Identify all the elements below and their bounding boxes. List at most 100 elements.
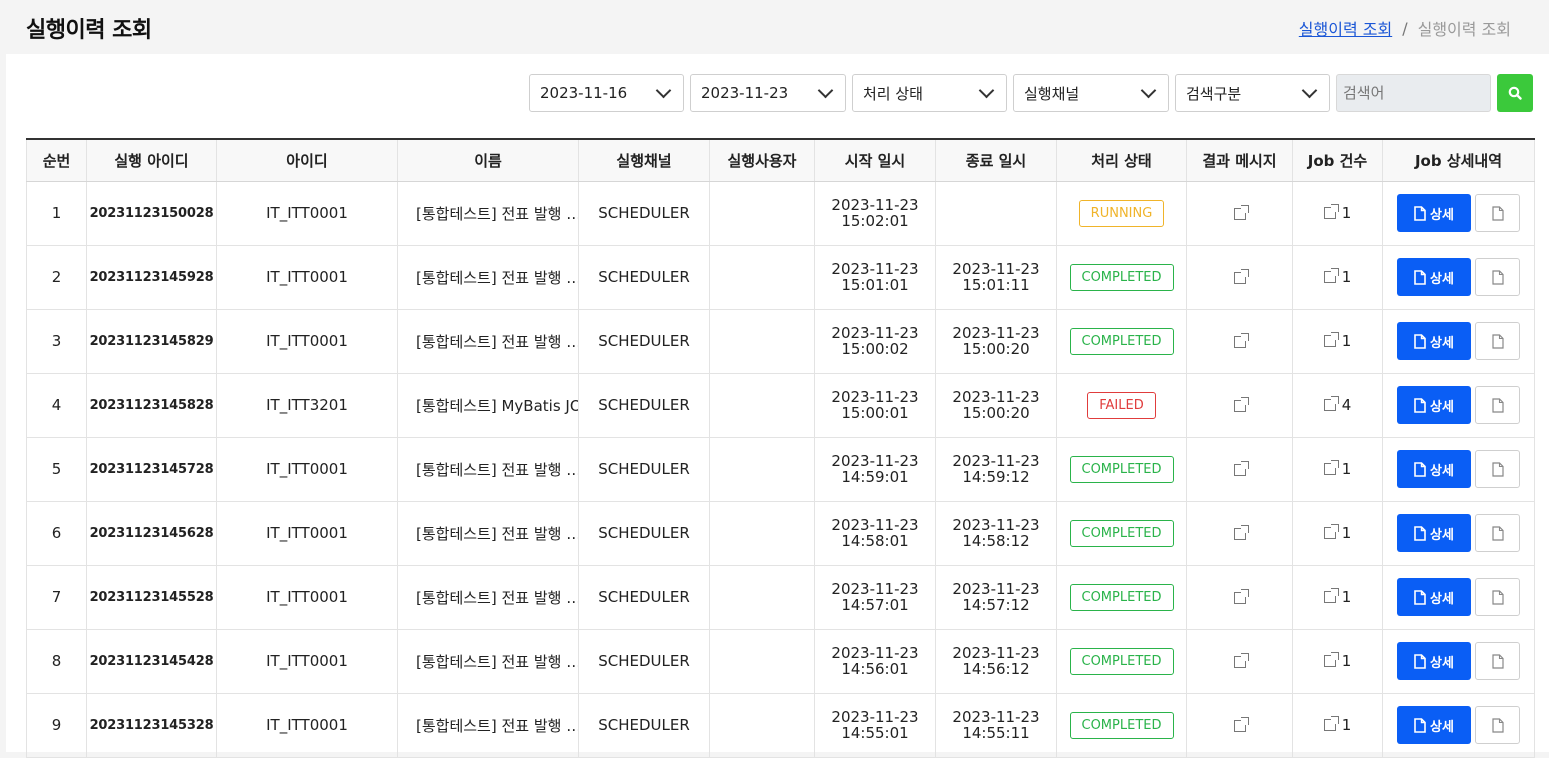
execution-channel: SCHEDULER <box>578 501 710 566</box>
search-input[interactable] <box>1336 74 1491 112</box>
external-link-icon[interactable] <box>1233 524 1249 540</box>
document-button[interactable] <box>1475 706 1520 744</box>
external-link-icon[interactable] <box>1233 460 1249 476</box>
table-row[interactable]: 9 20231123145328 IT_ITT0001 [통합테스트] 전표 발행 …… <box>26 693 1535 758</box>
execution-id: 20231123145828 <box>86 373 217 438</box>
external-link-icon[interactable] <box>1233 716 1249 732</box>
detail-button-label: 상세 <box>1430 527 1454 543</box>
table-row[interactable]: 2 20231123145928 IT_ITT0001 [통합테스트] 전표 발행 …… <box>26 245 1535 310</box>
channel-select[interactable]: 실행채널 <box>1013 74 1169 112</box>
detail-button[interactable]: 상세 <box>1397 642 1471 680</box>
table-row[interactable]: 5 20231123145728 IT_ITT0001 [통합테스트] 전표 발행 …… <box>26 437 1535 502</box>
execution-id: 20231123145728 <box>86 437 217 502</box>
end-time: 14:58:12 <box>962 532 1030 550</box>
job-count-link[interactable]: 1 <box>1323 651 1351 670</box>
document-button[interactable] <box>1475 578 1520 616</box>
date-to-select[interactable]: 2023-11-23 <box>690 74 846 112</box>
job-count: 1 <box>1341 203 1352 222</box>
job-count-link[interactable]: 1 <box>1323 331 1351 350</box>
detail-button[interactable]: 상세 <box>1397 706 1471 744</box>
detail-button[interactable]: 상세 <box>1397 450 1471 488</box>
start-date: 2023-11-23 <box>831 580 919 598</box>
job-count-link[interactable]: 1 <box>1323 203 1352 222</box>
end-time: 15:00:20 <box>962 340 1030 358</box>
external-link-icon[interactable] <box>1233 268 1249 284</box>
end-date: 2023-11-23 <box>952 708 1040 726</box>
job-count-link[interactable]: 1 <box>1323 267 1352 286</box>
document-icon <box>1491 525 1504 541</box>
execution-user <box>709 565 815 630</box>
job-count: 4 <box>1341 395 1352 414</box>
job-name: [통합테스트] MyBatis JO <box>397 373 579 438</box>
job-count: 1 <box>1341 459 1352 478</box>
job-count-link[interactable]: 1 <box>1323 523 1351 542</box>
external-link-icon[interactable] <box>1233 204 1249 220</box>
job-detail-cell: 상세 <box>1382 565 1535 630</box>
search-button[interactable] <box>1497 74 1533 112</box>
job-id: IT_ITT0001 <box>216 181 398 246</box>
start-datetime: 2023-11-23 15:00:02 <box>814 309 936 374</box>
table-row[interactable]: 6 20231123145628 IT_ITT0001 [통합테스트] 전표 발행 …… <box>26 501 1535 566</box>
chevron-down-icon <box>655 82 672 98</box>
external-link-icon[interactable] <box>1233 652 1249 668</box>
document-button[interactable] <box>1475 386 1520 424</box>
detail-button[interactable]: 상세 <box>1397 322 1471 360</box>
external-link-icon[interactable] <box>1233 396 1249 412</box>
job-count: 1 <box>1341 267 1352 286</box>
date-from-value: 2023-11-16 <box>540 84 628 102</box>
breadcrumb: 실행이력 조회 / 실행이력 조회 <box>1299 16 1511 40</box>
external-link-icon[interactable] <box>1233 332 1249 348</box>
document-button[interactable] <box>1475 514 1520 552</box>
document-button[interactable] <box>1475 258 1520 296</box>
document-button[interactable] <box>1475 322 1520 360</box>
detail-button[interactable]: 상세 <box>1397 578 1471 616</box>
end-date: 2023-11-23 <box>952 452 1040 470</box>
table-row[interactable]: 1 20231123150028 IT_ITT0001 [통합테스트] 전표 발행 …… <box>26 181 1535 246</box>
detail-button[interactable]: 상세 <box>1397 386 1471 424</box>
status-badge: FAILED <box>1087 391 1156 419</box>
chevron-down-icon <box>1140 82 1157 98</box>
execution-id: 20231123150028 <box>86 181 217 246</box>
job-count-link[interactable]: 1 <box>1323 715 1351 734</box>
document-button[interactable] <box>1475 450 1520 488</box>
job-detail-cell: 상세 <box>1382 693 1535 758</box>
job-count-link[interactable]: 1 <box>1323 459 1352 478</box>
job-count-link[interactable]: 1 <box>1323 587 1351 606</box>
detail-button[interactable]: 상세 <box>1397 258 1471 296</box>
job-id: IT_ITT3201 <box>216 373 398 438</box>
external-link-icon <box>1323 395 1339 411</box>
document-icon <box>1491 589 1504 605</box>
header-col-status: 처리 상태 <box>1056 138 1187 182</box>
execution-id: 20231123145528 <box>86 565 217 630</box>
detail-button[interactable]: 상세 <box>1397 514 1471 552</box>
status-cell: COMPLETED <box>1056 565 1187 630</box>
end-datetime: 2023-11-23 14:58:12 <box>935 501 1057 566</box>
document-icon <box>1491 205 1504 221</box>
detail-button-label: 상세 <box>1430 335 1454 351</box>
row-number: 6 <box>26 501 87 566</box>
row-number: 3 <box>26 309 87 374</box>
external-link-icon[interactable] <box>1233 588 1249 604</box>
status-select-value: 처리 상태 <box>863 84 923 103</box>
document-icon <box>1414 397 1426 413</box>
breadcrumb-link[interactable]: 실행이력 조회 <box>1299 16 1392 40</box>
table-row[interactable]: 4 20231123145828 IT_ITT3201 [통합테스트] MyBatis… <box>26 373 1535 438</box>
job-name: [통합테스트] 전표 발행 … <box>397 437 579 502</box>
detail-button[interactable]: 상세 <box>1397 194 1471 232</box>
document-button[interactable] <box>1475 194 1520 232</box>
search-type-select[interactable]: 검색구분 <box>1175 74 1330 112</box>
row-number: 2 <box>26 245 87 310</box>
date-from-select[interactable]: 2023-11-16 <box>529 74 684 112</box>
detail-button-label: 상세 <box>1430 719 1454 735</box>
job-id: IT_ITT0001 <box>216 565 398 630</box>
document-button[interactable] <box>1475 642 1520 680</box>
table-row[interactable]: 3 20231123145829 IT_ITT0001 [통합테스트] 전표 발행 …… <box>26 309 1535 374</box>
external-link-icon <box>1323 587 1339 603</box>
status-select[interactable]: 처리 상태 <box>852 74 1007 112</box>
job-count-link[interactable]: 4 <box>1323 395 1352 414</box>
header-col-name: 이름 <box>397 138 579 182</box>
external-link-icon <box>1323 651 1339 667</box>
table-row[interactable]: 7 20231123145528 IT_ITT0001 [통합테스트] 전표 발행 …… <box>26 565 1535 630</box>
table-row[interactable]: 8 20231123145428 IT_ITT0001 [통합테스트] 전표 발행 …… <box>26 629 1535 694</box>
job-count-cell: 1 <box>1292 629 1383 694</box>
